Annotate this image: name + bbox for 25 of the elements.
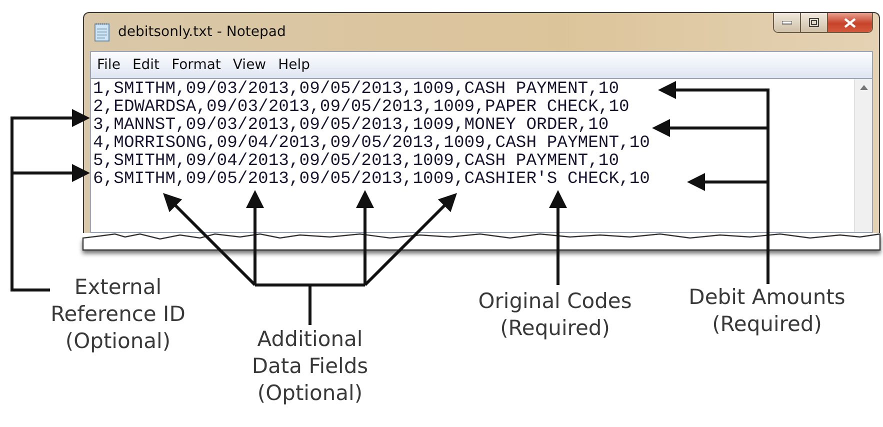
minimize-button[interactable] (774, 13, 800, 32)
text-line: 5,SMITHM,09/04/2013,09/05/2013,1009,CASH PAYMENT,10 (93, 153, 620, 171)
menu-item[interactable]: Format (172, 57, 221, 73)
scrollbar[interactable] (854, 79, 872, 232)
close-icon (844, 18, 856, 28)
close-button[interactable] (827, 13, 872, 32)
menu-item[interactable]: Help (278, 57, 310, 73)
window-title: debitsonly.txt - Notepad (118, 24, 286, 40)
text-line: 2,EDWARDSA,09/03/2013,09/05/2013,1009,PAPER CHECK,10 (93, 99, 630, 117)
callout-label: Original Codes (Required) (478, 288, 632, 342)
text-line: 1,SMITHM,09/03/2013,09/05/2013,1009,CASH PAYMENT,10 (93, 81, 620, 99)
callout-label: Additional Data Fields (Optional) (252, 326, 368, 407)
callout-label: Debit Amounts (Required) (688, 284, 846, 338)
scroll-up-icon (860, 85, 868, 90)
text-line: 4,MORRISONG,09/04/2013,09/05/2013,1009,CASH PAYMENT,10 (93, 135, 651, 153)
text-line: 6,SMITHM,09/05/2013,09/05/2013,1009,CASHIER'S CHECK,10 (93, 171, 651, 189)
maximize-icon (809, 18, 819, 27)
callout-label: External Reference ID (Optional) (50, 274, 186, 355)
maximize-button[interactable] (800, 13, 827, 32)
minimize-icon (782, 20, 792, 24)
menu-item[interactable]: View (232, 57, 266, 73)
text-line: 3,MANNST,09/03/2013,09/05/2013,1009,MONEY ORDER,10 (93, 117, 610, 135)
menu-item[interactable]: Edit (132, 57, 160, 73)
notepad-icon (94, 22, 110, 42)
menu-item[interactable]: File (97, 57, 120, 73)
